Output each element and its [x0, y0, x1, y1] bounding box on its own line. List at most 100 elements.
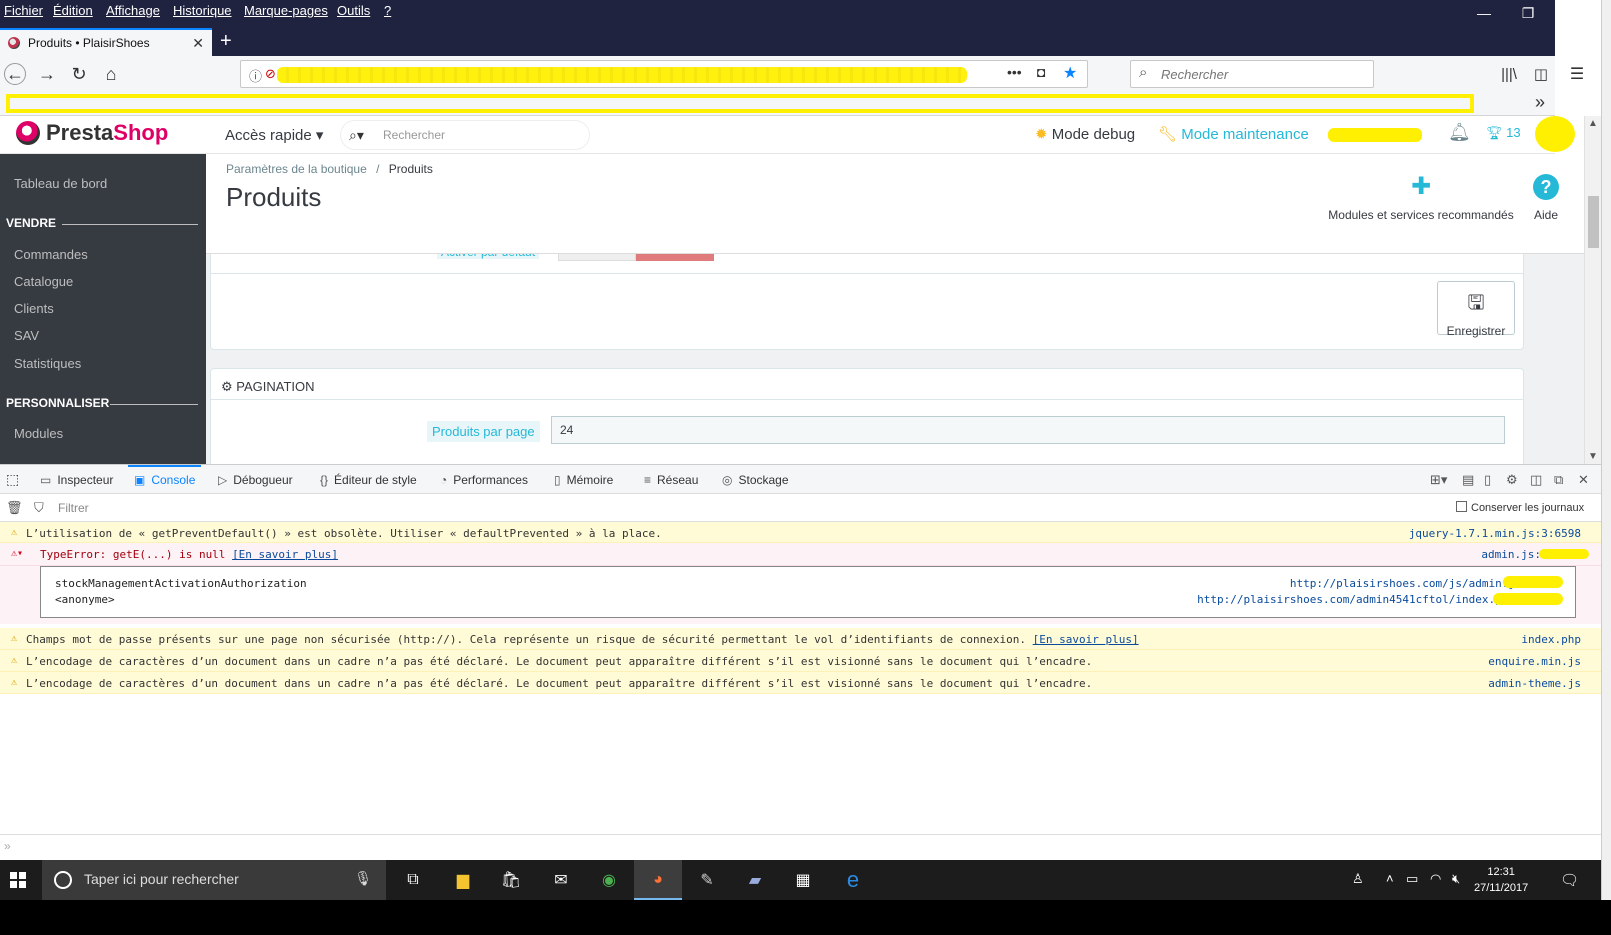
task-view-icon[interactable]: ⧉: [400, 868, 426, 892]
pocket-icon[interactable]: ◘: [1037, 64, 1045, 80]
menu-view[interactable]: Affichage: [106, 3, 160, 18]
dock-side-icon[interactable]: ◫: [1530, 472, 1542, 488]
tab-memory[interactable]: ▯ Mémoire: [554, 473, 613, 487]
file-explorer-icon[interactable]: ▆: [450, 868, 476, 892]
sidebar-item-customers[interactable]: Clients: [14, 301, 54, 316]
page-scrollbar[interactable]: ▲ ▼: [1584, 116, 1601, 464]
debug-mode-link[interactable]: ✹ Mode debug: [1035, 125, 1135, 143]
message-source[interactable]: index.php: [1521, 633, 1581, 646]
search-dropdown-icon[interactable]: ⌕▾: [349, 127, 364, 144]
taskbar-clock[interactable]: 12:31 27/11/2017: [1474, 864, 1528, 896]
bookmark-star-icon[interactable]: ★: [1063, 63, 1077, 83]
menu-tools[interactable]: Outils: [337, 3, 370, 18]
tab-produits[interactable]: Produits • PlaisirShoes ✕: [0, 28, 212, 56]
forward-icon[interactable]: →: [36, 63, 58, 85]
stack-frame-url[interactable]: http://plaisirshoes.com/js/admin.j: [1290, 577, 1515, 590]
taskbar-search-box[interactable]: Taper ici pour rechercher 🎙︎: [42, 860, 386, 900]
console-filter-input[interactable]: Filtrer: [58, 501, 89, 515]
windows-start-icon[interactable]: [10, 872, 26, 888]
tab-performance[interactable]: ◔ Performances: [440, 473, 528, 487]
back-icon[interactable]: ←: [4, 63, 26, 85]
tab-network[interactable]: ≡ Réseau: [644, 473, 698, 487]
products-per-page-input[interactable]: 24: [551, 416, 1505, 444]
sidebar-toggle-icon[interactable]: ◫: [1530, 63, 1552, 85]
responsive-mode-icon[interactable]: ▯: [1484, 472, 1491, 488]
trash-icon[interactable]: 🗑︎: [6, 500, 23, 516]
scroll-down-icon[interactable]: ▼: [1588, 451, 1598, 462]
paint-icon[interactable]: ✎: [694, 868, 720, 892]
microphone-icon[interactable]: 🎙︎: [354, 870, 372, 887]
sidebar-item-orders[interactable]: Commandes: [14, 247, 88, 262]
restore-icon[interactable]: ❐: [1506, 2, 1550, 24]
sidebar-item-modules[interactable]: Modules: [14, 426, 63, 441]
show-hidden-icons-icon[interactable]: ˄: [1386, 871, 1394, 886]
menu-file[interactable]: Fichier: [4, 3, 43, 18]
bookmarks-overflow-icon[interactable]: »: [1535, 92, 1545, 113]
sidebar-item-sav[interactable]: SAV: [14, 328, 39, 343]
menu-bookmarks[interactable]: Marque-pages: [244, 3, 328, 18]
learn-more-link[interactable]: [En savoir plus]: [232, 548, 338, 561]
message-source[interactable]: jquery-1.7.1.min.js:3:6598: [1409, 527, 1581, 540]
split-console-icon[interactable]: ▤: [1462, 472, 1474, 488]
menu-edit[interactable]: Édition: [53, 3, 93, 18]
url-bar[interactable]: ⓘ ⊘ ••• ◘ ★: [240, 60, 1088, 88]
calculator-icon[interactable]: ▦: [790, 868, 816, 892]
tab-style-editor[interactable]: {} Éditeur de style: [320, 473, 417, 487]
wifi-icon[interactable]: ◠: [1430, 871, 1441, 887]
info-icon[interactable]: ⓘ: [249, 66, 262, 85]
quick-access-dropdown[interactable]: Accès rapide ▾: [225, 126, 323, 144]
reload-icon[interactable]: ↻: [68, 63, 90, 85]
browser-search-box[interactable]: ⌕ Rechercher: [1130, 60, 1374, 88]
page-actions-icon[interactable]: •••: [1007, 64, 1022, 80]
mail-icon[interactable]: ✉: [548, 868, 574, 892]
action-center-icon[interactable]: 🗨︎: [1560, 871, 1579, 889]
settings-gear-icon[interactable]: ⚙: [1506, 472, 1518, 488]
maintenance-mode-link[interactable]: 🔧︎ Mode maintenance: [1158, 125, 1309, 143]
tab-inspector[interactable]: ▭ Inspecteur: [40, 473, 113, 487]
notifications-bell-icon[interactable]: 🔔︎: [1448, 122, 1471, 143]
sidebar-item-stats[interactable]: Statistiques: [14, 356, 81, 371]
store-icon[interactable]: 🛍︎: [498, 868, 524, 892]
close-tab-icon[interactable]: ✕: [192, 35, 204, 52]
message-source[interactable]: enquire.min.js: [1488, 655, 1581, 668]
admin-search-input[interactable]: ⌕▾ Rechercher: [340, 120, 590, 150]
edge-icon[interactable]: e: [840, 867, 866, 892]
save-button[interactable]: 🖫 Enregistrer: [1437, 281, 1515, 338]
stack-frame-url[interactable]: http://plaisirshoes.com/admin4541cftol/i…: [1197, 593, 1515, 606]
sidebar-item-dashboard[interactable]: Tableau de bord: [14, 176, 107, 191]
library-icon[interactable]: |||\: [1498, 63, 1520, 85]
close-devtools-icon[interactable]: ✕: [1578, 472, 1589, 488]
notes-app-icon[interactable]: ▰: [742, 868, 768, 892]
learn-more-link[interactable]: [En savoir plus]: [1033, 633, 1139, 646]
volume-muted-icon[interactable]: 🔇︎: [1452, 871, 1460, 887]
prestashop-logo[interactable]: Presta Shop: [16, 120, 168, 146]
trophy-badge[interactable]: 🏆︎ 13: [1486, 125, 1521, 141]
recommended-modules-button[interactable]: ✚ Modules et services recommandés: [1321, 174, 1521, 223]
help-button[interactable]: ? Aide: [1516, 174, 1576, 222]
tab-console[interactable]: ▣ Console: [127, 465, 202, 487]
sidebar-item-catalog[interactable]: Catalogue: [14, 274, 73, 289]
minimize-icon[interactable]: —: [1462, 2, 1506, 24]
tab-storage[interactable]: ◎ Stockage: [722, 473, 789, 487]
persist-logs-checkbox[interactable]: Conserver les journaux: [1456, 501, 1584, 514]
new-tab-button[interactable]: +: [220, 30, 232, 53]
employee-avatar[interactable]: [1535, 116, 1575, 152]
close-window-icon[interactable]: ✕: [1550, 2, 1594, 24]
scroll-thumb[interactable]: [1588, 196, 1599, 248]
message-source[interactable]: admin.js:: [1481, 548, 1541, 561]
breadcrumb-parent[interactable]: Paramètres de la boutique: [226, 162, 367, 176]
firefox-icon[interactable]: ◕: [645, 868, 671, 892]
tab-debugger[interactable]: ▷ Débogueur: [218, 473, 293, 487]
frame-select-icon[interactable]: ⊞▾: [1430, 472, 1447, 488]
people-icon[interactable]: ♙: [1352, 871, 1364, 887]
home-icon[interactable]: ⌂: [100, 63, 122, 85]
scroll-up-icon[interactable]: ▲: [1588, 118, 1598, 129]
menu-help[interactable]: ?: [384, 3, 391, 18]
battery-icon[interactable]: ▭: [1406, 871, 1418, 887]
console-error[interactable]: ⚠▾ TypeError: getE(...) is null [En savo…: [0, 543, 1601, 566]
hamburger-menu-icon[interactable]: ☰: [1566, 63, 1588, 85]
element-picker-icon[interactable]: ⬚: [6, 471, 19, 488]
console-input[interactable]: »: [0, 834, 1601, 860]
chrome-icon[interactable]: ◉: [596, 868, 622, 892]
undock-icon[interactable]: ⧉: [1554, 472, 1563, 488]
